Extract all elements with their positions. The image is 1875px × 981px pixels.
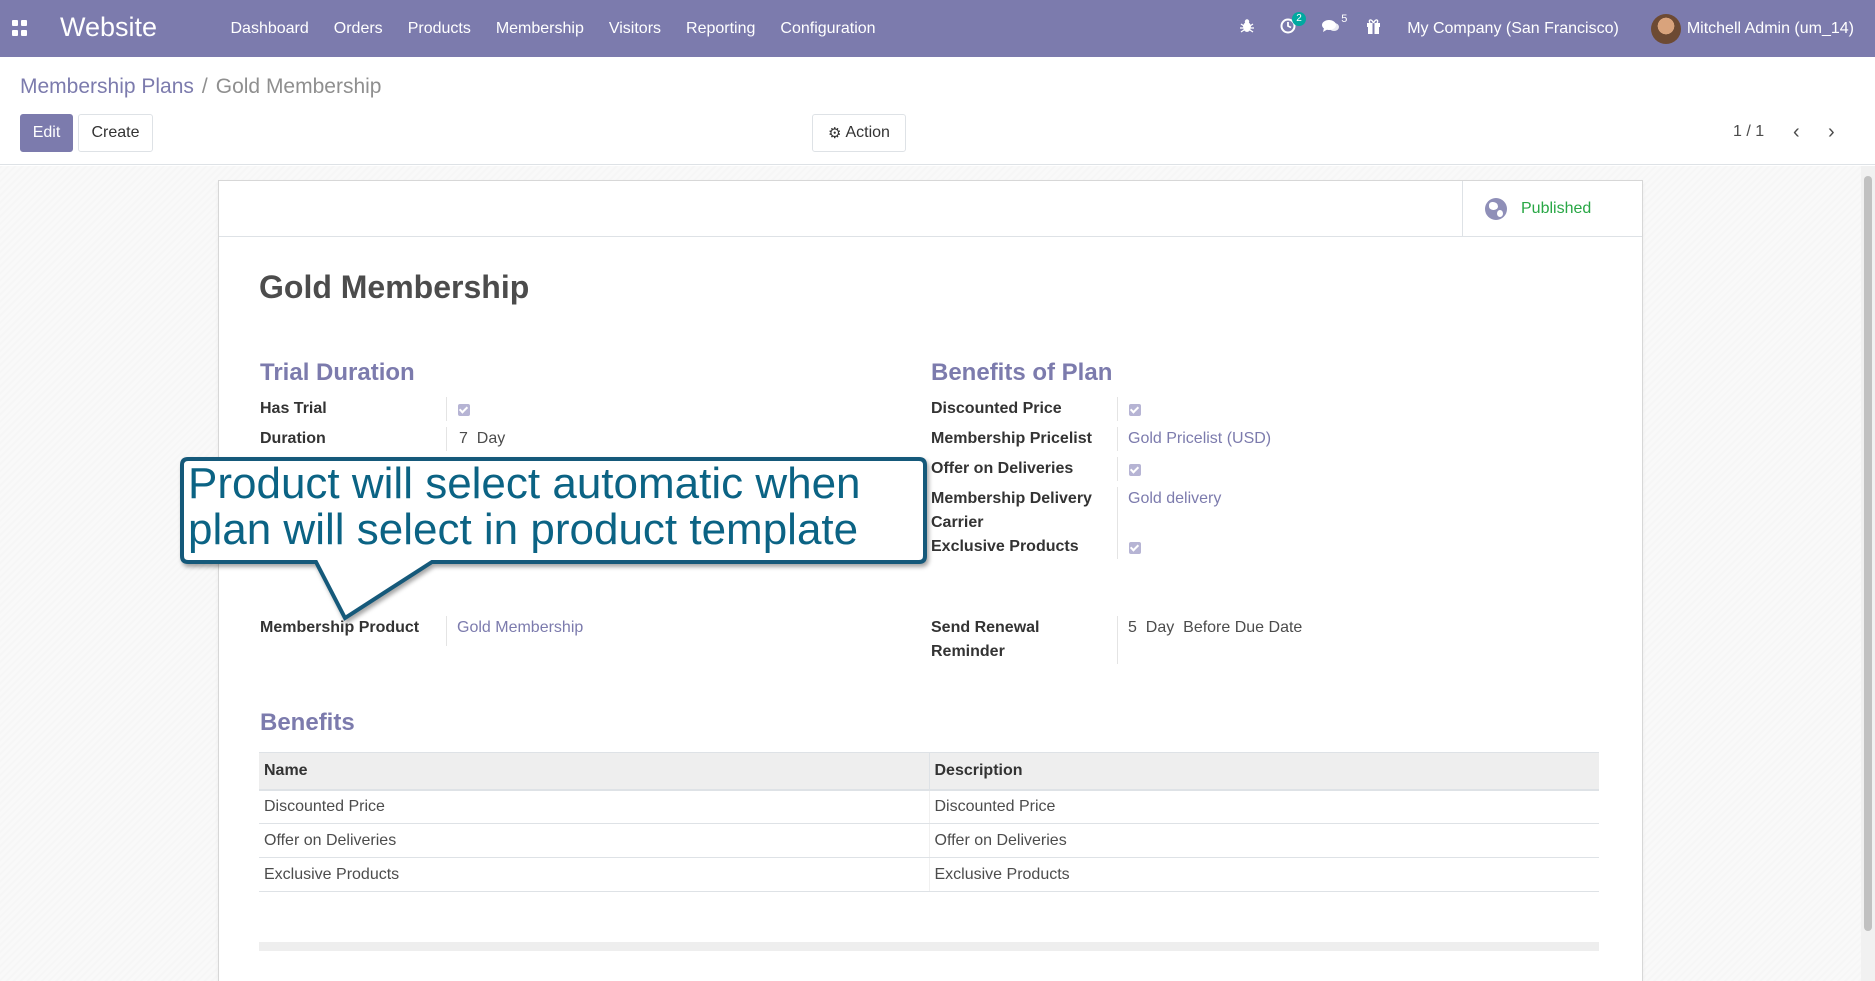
table-row[interactable]: Discounted Price Discounted Price xyxy=(259,789,1599,824)
menu-orders[interactable]: Orders xyxy=(321,0,395,57)
systray: 2 5 My Company (San Francisco) Mitchell … xyxy=(1240,0,1875,57)
main-menu: Dashboard Orders Products Membership Vis… xyxy=(218,0,888,57)
action-label: Action xyxy=(845,124,890,141)
discounted-price-row: Discounted Price xyxy=(931,397,1141,421)
renewal-field[interactable]: 5 Day Before Due Date xyxy=(1118,616,1302,664)
callout-text: Product will select automatic when plan … xyxy=(188,459,861,554)
has-trial-checkbox[interactable] xyxy=(447,397,470,421)
activity-clock-icon[interactable]: 2 xyxy=(1280,12,1306,39)
table-row[interactable]: Exclusive Products Exclusive Products xyxy=(259,857,1599,892)
user-name: Mitchell Admin (um_14) xyxy=(1686,19,1854,37)
exclusive-checkbox[interactable] xyxy=(1118,535,1141,559)
column-name-header[interactable]: Name xyxy=(259,752,929,791)
table-row[interactable]: Offer on Deliveries Offer on Deliveries xyxy=(259,823,1599,858)
duration-field[interactable]: 7 Day xyxy=(447,427,505,451)
renewal-row: Send Renewal Reminder 5 Day Before Due D… xyxy=(931,616,1302,664)
messages-badge: 5 xyxy=(1341,12,1348,25)
has-trial-row: Has Trial xyxy=(260,397,470,421)
globe-icon xyxy=(1485,198,1507,220)
gift-icon[interactable] xyxy=(1366,18,1381,39)
carrier-row: Membership Delivery Carrier Gold deliver… xyxy=(931,487,1221,535)
activity-badge: 2 xyxy=(1292,12,1306,26)
discounted-price-label: Discounted Price xyxy=(931,397,1118,421)
table-header-row: Name Description xyxy=(259,752,1599,791)
pricelist-link[interactable]: Gold Pricelist (USD) xyxy=(1118,427,1271,451)
menu-products[interactable]: Products xyxy=(395,0,483,57)
debug-bug-icon[interactable] xyxy=(1240,18,1255,39)
exclusive-label: Exclusive Products xyxy=(931,535,1118,559)
breadcrumb-membership-plans[interactable]: Membership Plans xyxy=(20,75,194,99)
create-button[interactable]: Create xyxy=(78,114,153,152)
renewal-label: Send Renewal Reminder xyxy=(931,616,1118,664)
pager-next-icon[interactable]: › xyxy=(1828,121,1835,144)
scrollbar-thumb[interactable] xyxy=(1864,176,1872,931)
benefit-description-cell[interactable]: Offer on Deliveries xyxy=(928,823,1599,858)
duration-unit: Day xyxy=(476,430,506,447)
duration-value: 7 xyxy=(459,430,468,447)
menu-membership[interactable]: Membership xyxy=(483,0,596,57)
discounted-price-checkbox[interactable] xyxy=(1118,397,1141,421)
benefit-name-cell[interactable]: Exclusive Products xyxy=(259,857,929,892)
pricelist-row: Membership Pricelist Gold Pricelist (USD… xyxy=(931,427,1271,451)
button-box: Published xyxy=(219,181,1642,237)
published-button[interactable]: Published xyxy=(1462,181,1642,237)
offer-deliveries-row: Offer on Deliveries xyxy=(931,457,1141,481)
top-navbar: Website Dashboard Orders Products Member… xyxy=(0,0,1875,57)
benefits-of-plan-title: Benefits of Plan xyxy=(931,359,1113,386)
app-brand[interactable]: Website xyxy=(60,12,157,43)
benefit-name-cell[interactable]: Offer on Deliveries xyxy=(259,823,929,858)
benefits-table: Name Description Discounted Price Discou… xyxy=(259,752,1599,892)
exclusive-row: Exclusive Products xyxy=(931,535,1141,559)
gear-icon: ⚙ xyxy=(828,125,842,142)
edit-button[interactable]: Edit xyxy=(20,114,73,152)
messages-chat-icon[interactable]: 5 xyxy=(1322,13,1347,39)
duration-row: Duration 7 Day xyxy=(260,427,505,451)
avatar xyxy=(1650,13,1681,44)
duration-label: Duration xyxy=(260,427,447,451)
record-title[interactable]: Gold Membership xyxy=(259,269,529,306)
benefits-title: Benefits xyxy=(260,709,355,736)
breadcrumb-separator: / xyxy=(201,75,208,98)
user-menu[interactable]: Mitchell Admin (um_14) xyxy=(1650,13,1854,44)
trial-duration-title: Trial Duration xyxy=(260,359,415,386)
apps-menu-icon[interactable] xyxy=(12,20,28,36)
published-label: Published xyxy=(1521,200,1592,217)
table-footer xyxy=(259,942,1599,951)
menu-configuration[interactable]: Configuration xyxy=(768,0,888,57)
offer-deliveries-checkbox[interactable] xyxy=(1118,457,1141,481)
benefit-description-cell[interactable]: Exclusive Products xyxy=(928,857,1599,892)
menu-reporting[interactable]: Reporting xyxy=(674,0,768,57)
pager-value[interactable]: 1 / 1 xyxy=(1733,123,1764,141)
carrier-link[interactable]: Gold delivery xyxy=(1118,487,1221,535)
offer-deliveries-label: Offer on Deliveries xyxy=(931,457,1118,481)
renewal-suffix: Before Due Date xyxy=(1183,619,1303,636)
menu-dashboard[interactable]: Dashboard xyxy=(218,0,321,57)
benefit-name-cell[interactable]: Discounted Price xyxy=(259,789,929,824)
renewal-value: 5 xyxy=(1128,619,1137,636)
column-description-header[interactable]: Description xyxy=(928,752,1599,791)
carrier-label: Membership Delivery Carrier xyxy=(931,487,1118,535)
pager-previous-icon[interactable]: ‹ xyxy=(1793,121,1800,144)
menu-visitors[interactable]: Visitors xyxy=(596,0,673,57)
annotation-callout: Product will select automatic when plan … xyxy=(180,457,927,621)
breadcrumb-current: Gold Membership xyxy=(215,75,382,98)
action-button[interactable]: ⚙ Action xyxy=(812,114,906,152)
has-trial-label: Has Trial xyxy=(260,397,447,421)
company-switcher[interactable]: My Company (San Francisco) xyxy=(1407,20,1619,38)
control-panel: Membership Plans / Gold Membership Edit … xyxy=(0,57,1875,165)
breadcrumb: Membership Plans / Gold Membership xyxy=(20,75,381,99)
benefit-description-cell[interactable]: Discounted Price xyxy=(928,789,1599,824)
renewal-unit: Day xyxy=(1145,619,1175,636)
scrollbar[interactable] xyxy=(1861,166,1875,981)
pricelist-label: Membership Pricelist xyxy=(931,427,1118,451)
